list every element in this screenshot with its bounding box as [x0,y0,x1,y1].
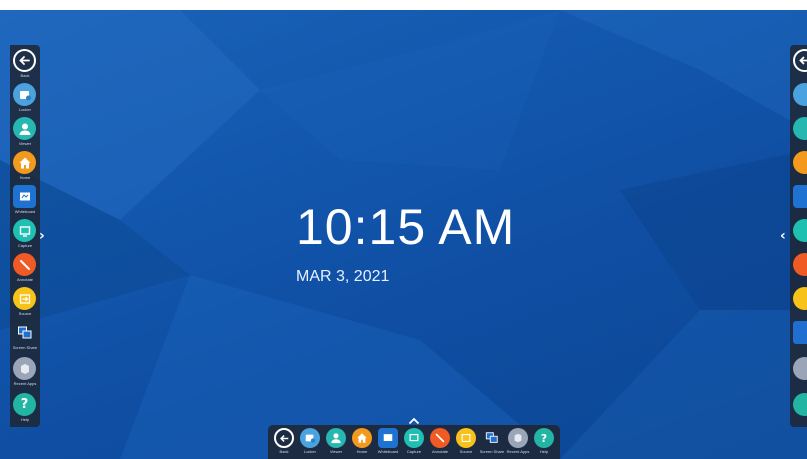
viewer-label: Viewer [18,141,32,146]
right-annotate-button[interactable] [790,253,807,288]
user-icon [13,117,36,140]
back-arrow-icon [274,428,294,448]
right-viewer-button[interactable] [790,117,807,152]
bottom-capture-button[interactable]: Capture [401,428,427,459]
back-arrow-icon [793,49,807,72]
whiteboard-icon [13,185,36,208]
home-label: Home [19,175,31,180]
left-locker-button[interactable]: Locker [10,83,40,118]
bottom-toolbar: Back Locker Viewer Home Whiteboard Captu… [268,425,560,459]
locker-label: Locker [18,107,31,112]
clock-time: 10:15 AM [296,199,516,255]
locker-icon [13,83,36,106]
bottom-whiteboard-button[interactable]: Whiteboard [375,428,401,459]
capture-icon [404,428,424,448]
left-home-button[interactable]: Home [10,151,40,186]
locker-icon [793,83,807,106]
left-screen-share-button[interactable]: Screen Share [10,321,40,356]
left-back-button[interactable]: Back [10,49,40,84]
pen-icon [793,253,807,276]
left-recent-apps-button[interactable]: Recent Apps [10,357,40,392]
bottom-annotate-button[interactable]: Annotate [427,428,453,459]
source-icon [793,287,807,310]
left-annotate-button[interactable]: Annotate [10,253,40,288]
source-icon [13,287,36,310]
left-viewer-button[interactable]: Viewer [10,117,40,152]
bottom-viewer-button[interactable]: Viewer [323,428,349,459]
source-icon [456,428,476,448]
bottom-source-button[interactable]: Source [453,428,479,459]
bottom-locker-button[interactable]: Locker [297,428,323,459]
whiteboard-icon [378,428,398,448]
help-icon: ? [534,428,554,448]
left-whiteboard-button[interactable]: Whiteboard [10,185,40,220]
annotate-label: Annotate [16,277,33,282]
whiteboard-icon [793,185,807,208]
right-capture-button[interactable] [790,219,807,254]
home-icon [352,428,372,448]
right-help-button[interactable] [790,393,807,427]
right-recent-apps-button[interactable] [790,357,807,392]
screen-share-label: Screen Share [12,345,38,350]
left-source-button[interactable]: Source [10,287,40,322]
help-label: Help [539,449,549,454]
user-icon [326,428,346,448]
desktop-screen: 10:15 AM MAR 3, 2021 [0,10,807,459]
help-icon [793,393,807,416]
capture-label: Capture [17,243,33,248]
bottom-help-button[interactable]: ? Help [531,428,557,459]
right-back-button[interactable] [790,49,807,84]
capture-icon [793,219,807,242]
help-label: Help [20,417,30,422]
right-locker-button[interactable] [790,83,807,118]
capture-icon [13,219,36,242]
clock-date: MAR 3, 2021 [296,268,390,285]
pen-icon [13,253,36,276]
right-home-button[interactable] [790,151,807,186]
recent-apps-icon [13,357,36,380]
pen-icon [430,428,450,448]
right-expand-chevron-icon[interactable]: ‹ [780,228,786,244]
left-capture-button[interactable]: Capture [10,219,40,254]
recent-apps-label: Recent Apps [13,381,37,386]
recent-apps-icon [508,428,528,448]
whiteboard-label: Whiteboard [14,209,36,214]
screen-share-icon [13,321,36,344]
left-toolbar: Back Locker Viewer Home Whiteboard Captu… [10,45,40,427]
right-screen-share-button[interactable] [790,321,807,356]
bottom-home-button[interactable]: Home [349,428,375,459]
right-whiteboard-button[interactable] [790,185,807,220]
locker-icon [300,428,320,448]
recent-apps-icon [793,357,807,380]
screen-share-icon [793,321,807,344]
source-label: Source [18,311,32,316]
back-label: Back [20,73,30,78]
user-icon [793,117,807,140]
left-help-button[interactable]: ? Help [10,393,40,428]
home-icon [13,151,36,174]
right-source-button[interactable] [790,287,807,322]
screen-share-icon [482,428,502,448]
bottom-back-button[interactable]: Back [271,428,297,459]
help-icon: ? [13,393,36,416]
home-icon [793,151,807,174]
left-expand-chevron-icon[interactable]: › [39,228,45,244]
right-toolbar [790,45,807,427]
back-arrow-icon [13,49,36,72]
bottom-screen-share-button[interactable]: Screen Share [479,428,505,459]
bottom-recent-apps-button[interactable]: Recent Apps [505,428,531,459]
